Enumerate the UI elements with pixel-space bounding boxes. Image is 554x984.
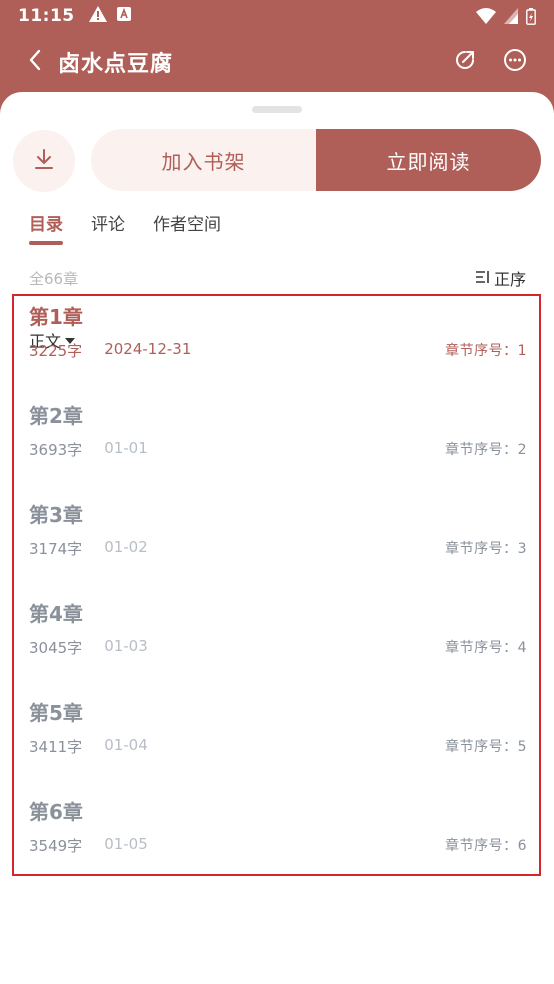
chapter-sequence: 章节序号：5 [445,739,527,755]
chapter-title: 第1章 [29,305,83,329]
chapter-date: 01-05 [104,835,148,853]
sort-button[interactable]: 正序 [475,266,526,290]
share-button[interactable] [450,47,480,77]
tab-catalog[interactable]: 目录 [29,210,63,245]
tab-comments[interactable]: 评论 [91,210,125,245]
tab-author-space[interactable]: 作者空间 [153,210,221,245]
action-pill: 加入书架 立即阅读 [91,129,541,191]
chapter-word-count: 3549字 [29,837,83,855]
chapter-sequence: 章节序号：6 [445,838,527,854]
chapter-item[interactable]: 第4章 3045字 01-03 章节序号：4 [29,593,527,673]
chapter-word-count: 3411字 [29,738,83,756]
chapter-item[interactable]: 第2章 3693字 01-01 章节序号：2 [29,395,527,475]
total-chapters: 全66章 [29,269,79,288]
chapter-title: 第4章 [29,602,83,626]
chapter-date: 01-03 [104,637,148,655]
chapter-title: 第6章 [29,800,83,824]
add-to-shelf-button[interactable]: 加入书架 [91,129,316,191]
page-title: 卤水点豆腐 [58,52,174,77]
more-icon [503,48,527,76]
catalog-count-row: 全66章 正序 [29,266,526,290]
chapter-word-count: 3174字 [29,540,83,558]
chapter-item[interactable]: 第3章 3174字 01-02 章节序号：3 [29,494,527,574]
signal-icon [504,8,518,24]
chapter-item[interactable]: 第5章 3411字 01-04 章节序号：5 [29,692,527,772]
back-button[interactable] [18,45,52,79]
drag-handle[interactable] [252,106,302,113]
chapter-item[interactable]: 第1章 3225字 2024-12-31 章节序号：1 [29,296,527,376]
battery-icon [526,7,536,25]
download-icon [33,148,55,174]
chapter-date: 2024-12-31 [104,340,192,358]
more-button[interactable] [500,47,530,77]
chapter-word-count: 3693字 [29,441,83,459]
download-button[interactable] [13,130,75,192]
tab-bar: 目录 评论 作者空间 [29,210,221,245]
status-time: 11:15 [18,6,75,26]
share-icon [453,48,477,76]
chapter-sequence: 章节序号：1 [445,343,527,359]
app-header: 卤水点豆腐 [0,32,554,92]
chapter-word-count: 3225字 [29,342,83,360]
chapter-list: 第1章 3225字 2024-12-31 章节序号：1 第2章 3693字 01… [12,294,541,876]
chapter-date: 01-01 [104,439,148,457]
chapter-date: 01-02 [104,538,148,556]
chapter-title: 第2章 [29,404,83,428]
wifi-icon [476,8,496,24]
chapter-item[interactable]: 第6章 3549字 01-05 章节序号：6 [29,791,527,871]
chapter-sequence: 章节序号：4 [445,640,527,656]
read-now-button[interactable]: 立即阅读 [316,129,541,191]
warning-icon [88,5,107,27]
chapter-date: 01-04 [104,736,148,754]
a-box-icon [116,6,131,26]
status-bar: 11:15 [0,0,554,32]
chapter-sequence: 章节序号：3 [445,541,527,557]
chapter-word-count: 3045字 [29,639,83,657]
chapter-title: 第3章 [29,503,83,527]
chapter-title: 第5章 [29,701,83,725]
chapter-sequence: 章节序号：2 [445,442,527,458]
sort-label: 正序 [493,270,526,289]
back-icon [28,49,42,75]
sort-icon [475,269,490,288]
